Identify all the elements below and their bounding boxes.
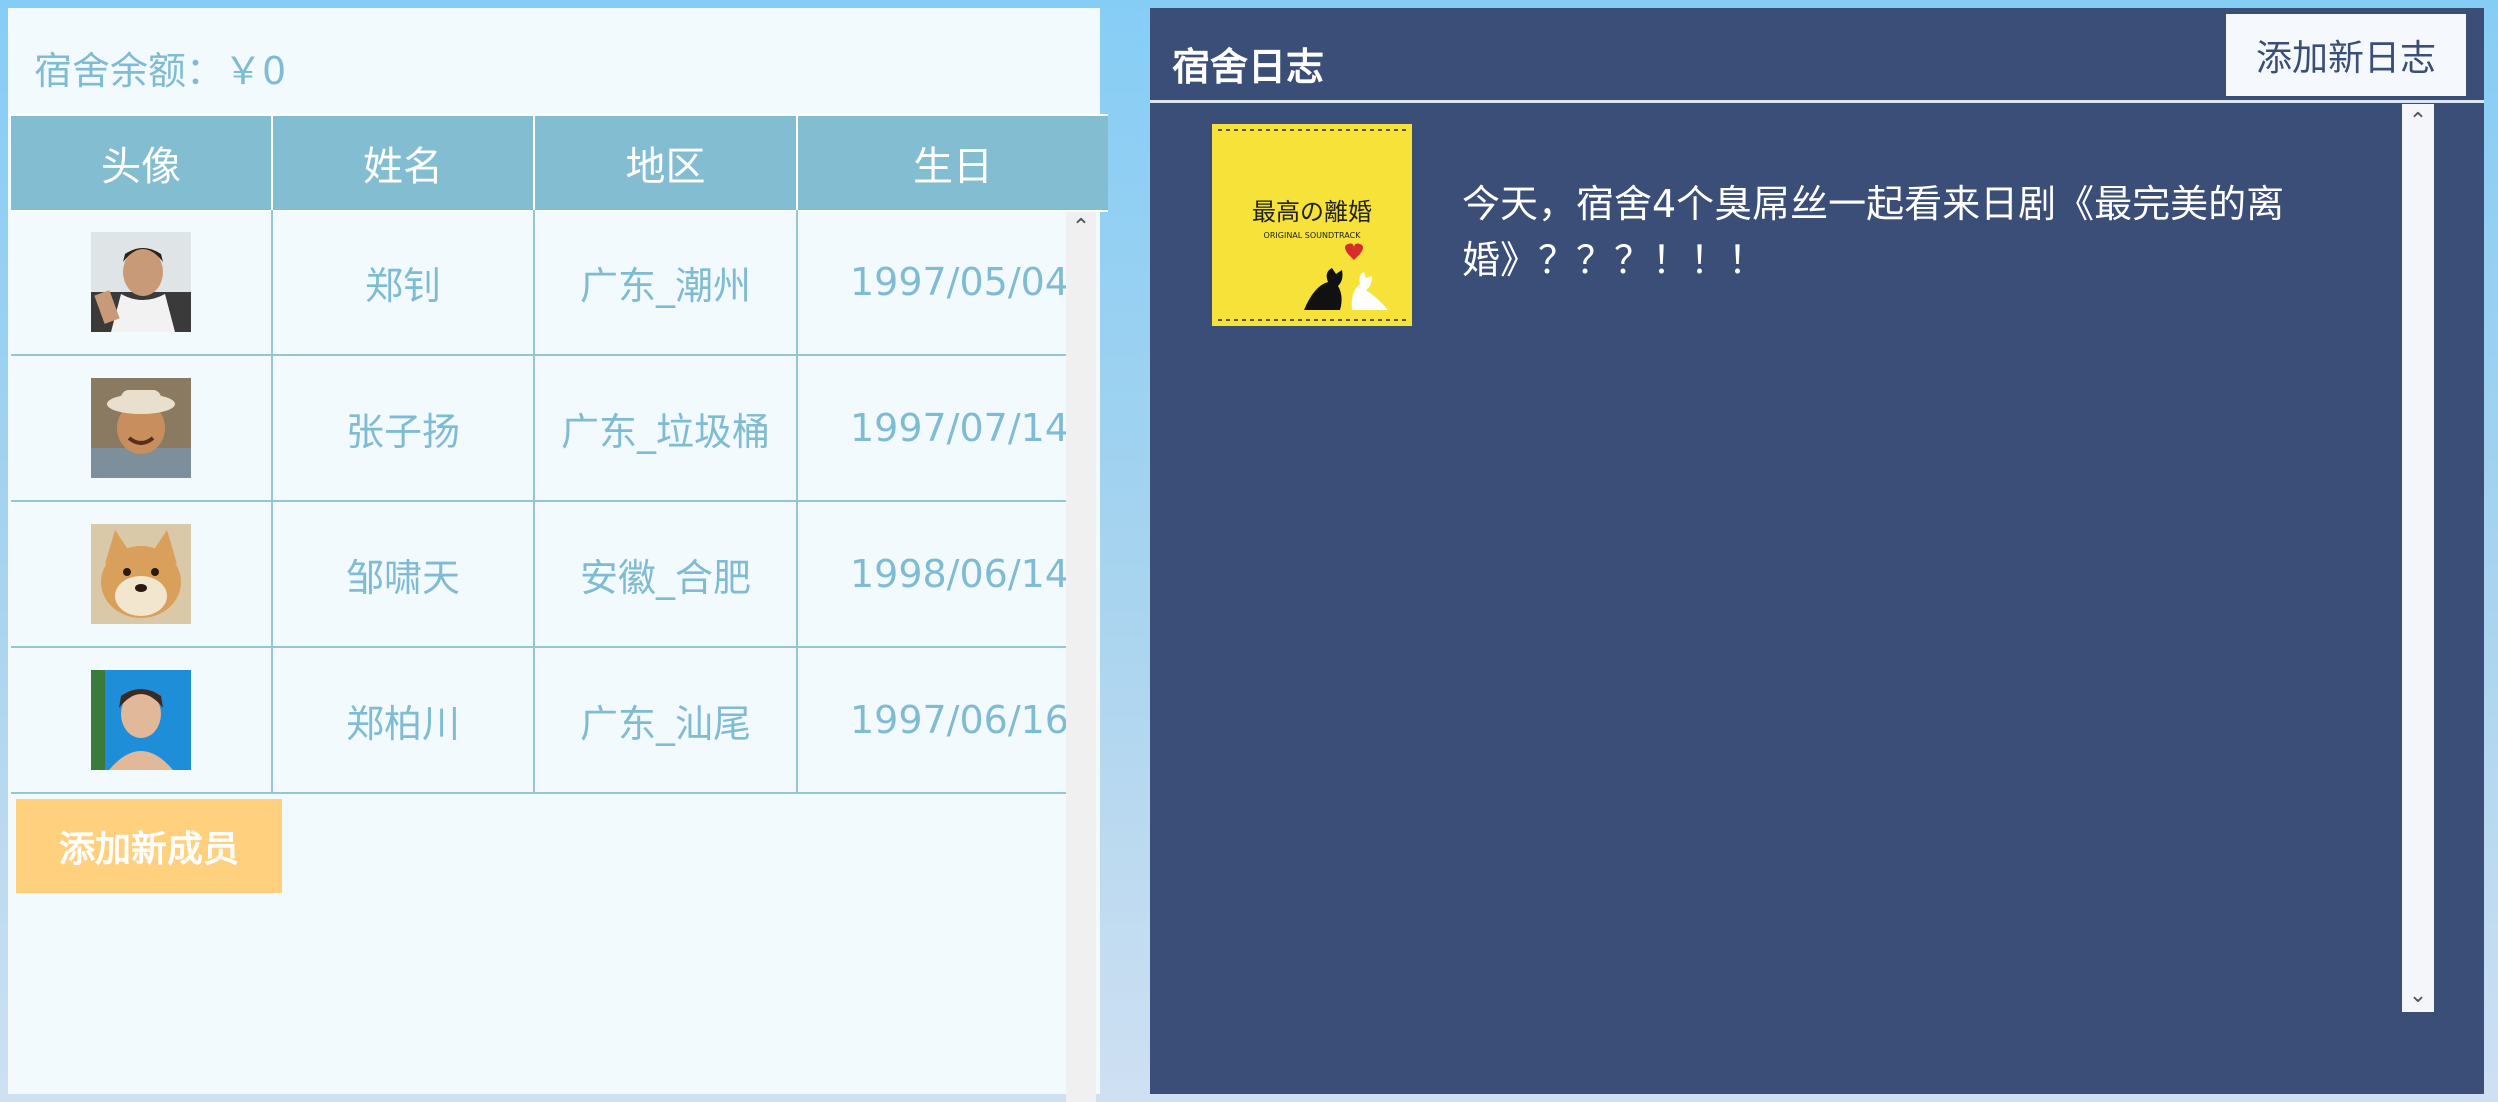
members-panel: 宿舍余额：￥0 头像 姓名 地区 生日 郑钊 广东_潮州 1997/05/04 [8,8,1108,1094]
scroll-up-icon[interactable]: ⌃ [1066,212,1096,242]
table-row[interactable]: 郑钊 广东_潮州 1997/05/04 [11,210,1071,356]
header-divider [1150,100,2484,103]
scroll-down-icon[interactable]: ⌄ [2402,980,2434,1010]
member-name: 邹啸天 [273,502,535,646]
member-name: 郑柏川 [273,648,535,792]
member-region: 广东_垃圾桶 [535,356,798,500]
log-entry-text: 今天，宿舍4个臭屌丝一起看来日剧《最完美的离婚》？？？！！！ [1462,182,2285,282]
drama-soundtrack-cover-image: 最高の離婚 ORIGINAL SOUNDTRACK [1212,124,1412,326]
add-log-button[interactable]: 添加新日志 [2226,14,2466,96]
log-entry[interactable]: 最高の離婚 ORIGINAL SOUNDTRACK 今天，宿舍4个臭屌丝一起看来… [1212,124,2382,326]
avatar-cell [11,502,273,646]
members-scrollbar[interactable]: ⌃ [1066,212,1096,1102]
member-birthday: 1997/07/14 [849,406,1069,450]
scroll-up-icon[interactable]: ⌃ [2402,106,2434,136]
member-name: 郑钊 [273,210,535,354]
header-avatar: 头像 [11,116,273,210]
dorm-log-panel: 宿舍日志 添加新日志 最高の離婚 ORIGINAL SOUNDTRACK 今天，… [1150,8,2484,1094]
member-birthday: 1997/06/16 [849,698,1069,742]
avatar-boy-blue-background-image [91,670,191,770]
member-birthday: 1997/05/04 [849,260,1069,304]
header-region: 地区 [535,116,798,210]
dorm-balance: 宿舍余额：￥0 [34,49,287,93]
table-row[interactable]: 张子扬 广东_垃圾桶 1997/07/14 [11,356,1071,502]
log-scrollbar[interactable]: ⌃ ⌄ [2402,104,2434,1012]
table-row[interactable]: 邹啸天 安徽_合肥 1998/06/14 [11,502,1071,648]
member-birthday: 1998/06/14 [849,552,1069,596]
avatar-cell [11,356,273,500]
table-row[interactable]: 郑柏川 广东_汕尾 1997/06/16 [11,648,1071,794]
member-name: 张子扬 [273,356,535,500]
add-member-button[interactable]: 添加新成员 [16,799,282,893]
avatar-shiba-dog-image [91,524,191,624]
avatar-man-portrait-image [91,232,191,332]
member-region: 广东_潮州 [535,210,798,354]
avatar-cell [11,210,273,354]
header-birthday: 生日 [913,144,993,190]
member-region: 广东_汕尾 [535,648,798,792]
header-name: 姓名 [273,116,535,210]
cover-title: 最高の離婚 [1252,198,1372,226]
member-region: 安徽_合肥 [535,502,798,646]
avatar-man-with-hat-image [91,378,191,478]
cover-subtitle: ORIGINAL SOUNDTRACK [1264,231,1362,240]
members-table-header: 头像 姓名 地区 生日 [11,114,1108,212]
avatar-cell [11,648,273,792]
dorm-log-title: 宿舍日志 [1172,45,1325,89]
members-table-body: 郑钊 广东_潮州 1997/05/04 张子扬 广东_垃圾桶 1997/07/1… [11,210,1071,794]
